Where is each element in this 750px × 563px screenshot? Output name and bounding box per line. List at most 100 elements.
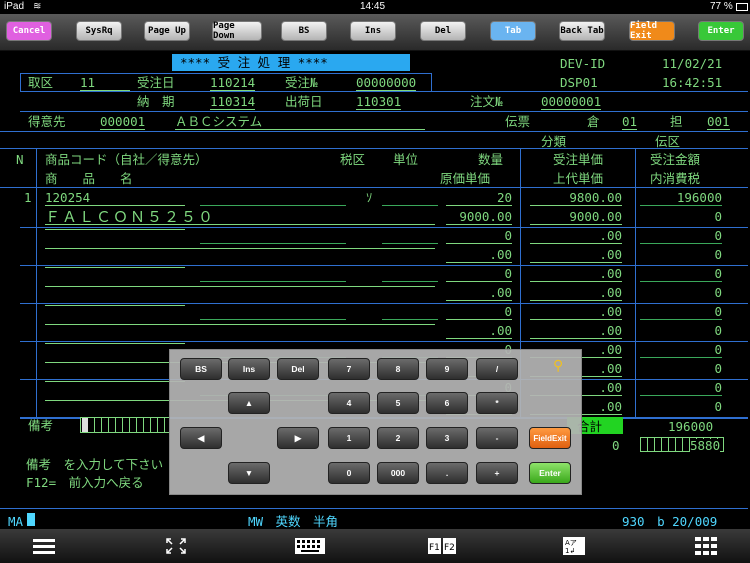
toolbar-page-up-button[interactable]: Page Up xyxy=(144,21,190,41)
keypad-key-7[interactable]: * xyxy=(476,392,518,414)
row-cost-field[interactable]: 9000.00 xyxy=(446,210,512,225)
toolbar-cancel-button[interactable]: Cancel xyxy=(6,21,52,41)
keypad-key-8[interactable]: 1 xyxy=(328,427,370,449)
menu-icon[interactable] xyxy=(33,537,55,555)
pin-icon[interactable]: ⚲ xyxy=(553,358,569,374)
keypad-key-4[interactable]: 4 xyxy=(328,392,370,414)
row-cost-field[interactable]: .00 xyxy=(446,248,512,263)
row-qty-field[interactable]: 0 xyxy=(446,267,512,282)
biko-label: 備考 xyxy=(28,418,54,433)
row-code-field[interactable] xyxy=(45,305,185,306)
toolbar-sysrq-button[interactable]: SysRq xyxy=(76,21,122,41)
juchuno-field[interactable]: 00000000 xyxy=(356,76,417,91)
row-code-field[interactable]: 120254 xyxy=(45,191,185,206)
keypad-key-9[interactable]: 2 xyxy=(377,427,419,449)
toolbar-del-button[interactable]: Del xyxy=(420,21,466,41)
toolbar-bs-button[interactable]: BS xyxy=(281,21,327,41)
keypad-bs-button[interactable]: BS xyxy=(180,358,222,380)
enter-button[interactable]: Enter xyxy=(529,462,571,484)
right-arrow-icon[interactable]: ▶ xyxy=(277,427,319,449)
keypad-key-15[interactable]: + xyxy=(476,462,518,484)
row-tax: 0 xyxy=(714,209,722,224)
message-line-1: 備考 を入力して下さい xyxy=(26,457,164,472)
row-qty-field[interactable]: 20 xyxy=(446,191,512,206)
keypad-key-3[interactable]: / xyxy=(476,358,518,380)
row-qty-field[interactable]: 0 xyxy=(446,229,512,244)
tokuisaki-label: 得意先 xyxy=(28,114,66,129)
row-unit-price-field[interactable]: .00 xyxy=(530,229,622,244)
toolbar-page-down-button[interactable]: Page Down xyxy=(212,21,262,41)
row-name-field[interactable]: ＦＡＬＣＯＮ５２５０ xyxy=(45,210,435,225)
denpyo-label: 伝票 xyxy=(505,114,531,129)
sou-field[interactable]: 01 xyxy=(622,115,638,130)
row-code-field[interactable] xyxy=(45,343,185,344)
col-shohizei: 内消費税 xyxy=(650,171,701,186)
row-number: 1 xyxy=(24,190,32,205)
noki-field[interactable]: 110314 xyxy=(210,95,256,110)
keypad-key-13[interactable]: 000 xyxy=(377,462,419,484)
keypad-key-6[interactable]: 6 xyxy=(426,392,468,414)
keypad-key-12[interactable]: 0 xyxy=(328,462,370,484)
row-name-field[interactable] xyxy=(45,286,435,287)
toolbar-enter-button[interactable]: Enter xyxy=(698,21,744,41)
row-code-field[interactable] xyxy=(45,267,185,268)
numeric-keypad-icon[interactable] xyxy=(695,537,717,555)
fullscreen-icon[interactable] xyxy=(165,537,187,555)
keyboard-icon[interactable] xyxy=(295,537,325,555)
row-tax: 0 xyxy=(714,323,722,338)
row-code-field[interactable] xyxy=(45,381,185,382)
svg-text:Aア: Aア xyxy=(565,539,577,547)
svg-text:1↲: 1↲ xyxy=(565,547,575,555)
tan-field[interactable]: 001 xyxy=(707,115,730,130)
torihiki-field[interactable]: 11 xyxy=(80,76,130,91)
toolbar-ins-button[interactable]: Ins xyxy=(350,21,396,41)
tokuisaki-code-field[interactable]: 000001 xyxy=(100,115,146,130)
toolbar-tab-button[interactable]: Tab xyxy=(490,21,536,41)
keypad-key-0[interactable]: 7 xyxy=(328,358,370,380)
row-retail-field[interactable]: 9000.00 xyxy=(530,210,622,225)
keypad-key-10[interactable]: 3 xyxy=(426,427,468,449)
toolbar-field-exit-button[interactable]: Field Exit xyxy=(629,21,675,41)
fieldexit-button[interactable]: FieldExit xyxy=(529,427,571,449)
gokei-amount: 196000 xyxy=(668,419,714,434)
row-name-field[interactable] xyxy=(45,248,435,249)
row-amount: 0 xyxy=(714,228,722,243)
row-unit-price-field[interactable]: .00 xyxy=(530,267,622,282)
row-unit-price-field[interactable]: .00 xyxy=(530,305,622,320)
row-zeiku-field[interactable]: ｿ xyxy=(366,191,372,205)
row-cost-field[interactable]: .00 xyxy=(446,324,512,339)
row-qty-field[interactable]: 0 xyxy=(446,305,512,320)
row-tax: 0 xyxy=(714,247,722,262)
left-arrow-icon[interactable]: ◀ xyxy=(180,427,222,449)
row-retail-field[interactable]: .00 xyxy=(530,286,622,301)
numeric-keypad: BS Ins Del ▲ ◀ ▶ ▼ 7 8 9/4 5 6 * 1 2 3-0 000. + ⚲ … xyxy=(169,349,582,495)
toolbar-back-tab-button[interactable]: Back Tab xyxy=(559,21,605,41)
tokuisaki-name-field[interactable]: ＡＢＣシステム xyxy=(175,115,425,130)
down-arrow-icon[interactable]: ▼ xyxy=(228,462,270,484)
keypad-key-1[interactable]: 8 xyxy=(377,358,419,380)
screen-title: **** 受 注 処 理 **** xyxy=(180,55,328,70)
battery-icon xyxy=(736,3,748,11)
row-unit-price-field[interactable]: 9800.00 xyxy=(530,191,622,206)
shukka-field[interactable]: 110301 xyxy=(356,95,402,110)
keypad-key-2[interactable]: 9 xyxy=(426,358,468,380)
row-tax: 0 xyxy=(714,361,722,376)
keypad-ins-button[interactable]: Ins xyxy=(228,358,270,380)
juchubi-field[interactable]: 110214 xyxy=(210,76,256,91)
keypad-del-button[interactable]: Del xyxy=(277,358,319,380)
row-code-field[interactable] xyxy=(45,229,185,230)
function-keys-icon[interactable]: F1 F2 xyxy=(428,537,456,555)
row-retail-field[interactable]: .00 xyxy=(530,248,622,263)
status-cursor xyxy=(27,513,35,526)
row-cost-field[interactable]: .00 xyxy=(446,286,512,301)
biko-field[interactable] xyxy=(80,417,170,433)
keypad-key-5[interactable]: 5 xyxy=(377,392,419,414)
keypad-key-14[interactable]: . xyxy=(426,462,468,484)
noki-label: 納 期 xyxy=(137,94,175,109)
kana-input-icon[interactable]: Aア 1↲ xyxy=(563,537,585,555)
chumon-field[interactable]: 00000001 xyxy=(541,95,602,110)
row-retail-field[interactable]: .00 xyxy=(530,324,622,339)
keypad-key-11[interactable]: - xyxy=(476,427,518,449)
row-name-field[interactable] xyxy=(45,324,435,325)
up-arrow-icon[interactable]: ▲ xyxy=(228,392,270,414)
